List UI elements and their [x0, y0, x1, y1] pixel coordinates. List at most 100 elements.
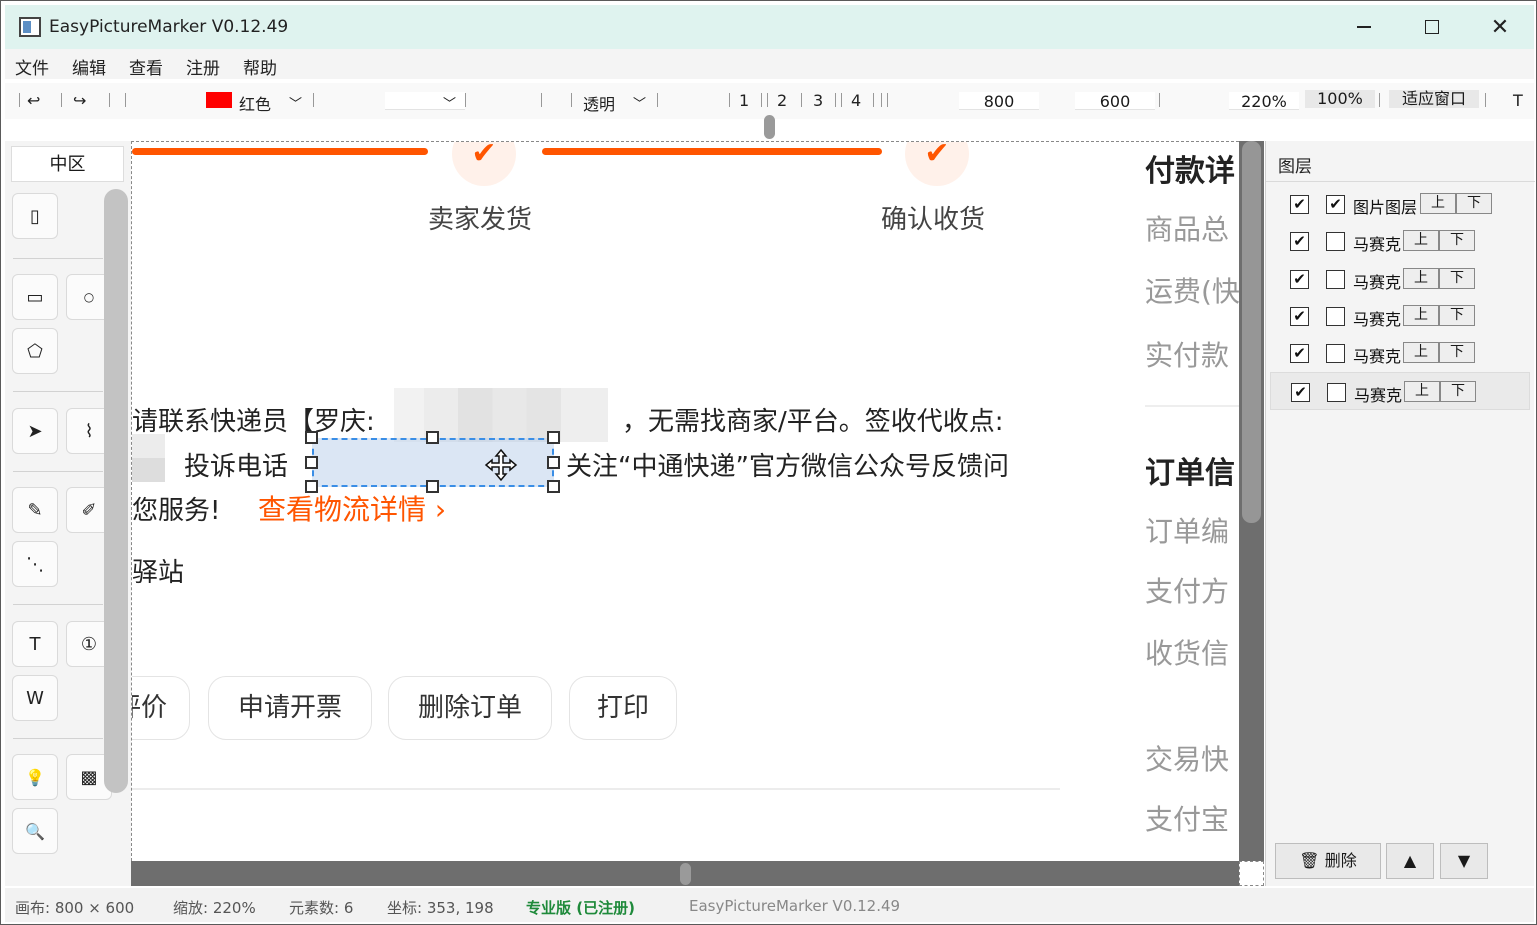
resize-handle[interactable] — [305, 431, 318, 444]
resize-handle[interactable] — [305, 480, 318, 493]
select-checkbox[interactable] — [1326, 344, 1345, 363]
print-button[interactable]: 打印 — [569, 676, 677, 740]
select-checkbox[interactable] — [1327, 383, 1346, 402]
visibility-checkbox[interactable]: ✔ — [1290, 307, 1309, 326]
zoom-100-button[interactable]: 100% — [1305, 90, 1375, 108]
layer-down-button[interactable]: 下 — [1439, 342, 1475, 363]
line-style-2[interactable]: 2 — [777, 91, 787, 110]
rectangle-icon[interactable]: ▭ — [12, 274, 58, 320]
text-tool-button[interactable]: T — [1513, 91, 1523, 110]
undo-icon[interactable]: ↩ — [27, 91, 40, 110]
maximize-button[interactable] — [1408, 11, 1456, 43]
tab-zone[interactable]: 中区 — [11, 146, 124, 182]
tool-panel-scrollbar[interactable] — [104, 189, 128, 793]
resize-handle[interactable] — [426, 431, 439, 444]
layer-row[interactable]: ✔ 马赛克 上 下 — [1270, 334, 1530, 372]
tool-glyph: ① — [80, 633, 98, 655]
layer-row[interactable]: ✔ 马赛克 上 下 — [1270, 372, 1530, 410]
select-checkbox[interactable] — [1326, 232, 1345, 251]
menu-edit[interactable]: 编辑 — [72, 54, 106, 79]
resize-handle[interactable] — [547, 456, 560, 469]
layer-up-button[interactable]: 上 — [1403, 305, 1439, 326]
toolbar-separator — [887, 93, 888, 107]
detail-item: 实付款 — [1145, 339, 1230, 372]
layer-row[interactable]: ✔ ✔ 图片图层 上 下 — [1270, 185, 1530, 223]
visibility-checkbox[interactable]: ✔ — [1290, 344, 1309, 363]
zoom-input[interactable]: 220% — [1229, 92, 1299, 111]
chevron-down-icon[interactable]: ﹀ — [289, 93, 302, 112]
redo-icon[interactable]: ↪ — [73, 91, 86, 110]
select-checkbox[interactable]: ✔ — [1326, 195, 1345, 214]
move-down-button[interactable]: ▼ — [1440, 843, 1488, 879]
resize-handle[interactable] — [547, 480, 560, 493]
layer-row[interactable]: ✔ 马赛克 上 下 — [1270, 297, 1530, 335]
canvas-vertical-scrollbar[interactable] — [1239, 141, 1264, 861]
arrow-icon[interactable]: ➤ — [12, 408, 58, 454]
title-bar[interactable]: EasyPictureMarker V0.12.49 ✕ — [5, 5, 1534, 49]
invoice-button[interactable]: 申请开票 — [208, 676, 372, 740]
logistics-link[interactable]: 查看物流详情 › — [258, 488, 446, 528]
top-scroll-handle[interactable] — [764, 115, 775, 139]
detail-item: 订单编 — [1145, 515, 1230, 548]
layer-down-button[interactable]: 下 — [1440, 381, 1476, 402]
close-button[interactable]: ✕ — [1476, 11, 1524, 43]
select-checkbox[interactable] — [1326, 307, 1345, 326]
layer-up-button[interactable]: 上 — [1404, 381, 1440, 402]
layer-row[interactable]: ✔ 马赛克 上 下 — [1270, 260, 1530, 298]
color-swatch[interactable] — [206, 92, 232, 108]
fill-select[interactable]: 透明 — [583, 91, 615, 115]
zoom-icon[interactable]: 🔍 — [12, 808, 58, 854]
menu-help[interactable]: 帮助 — [243, 54, 277, 79]
text-icon[interactable]: T — [12, 621, 58, 667]
mouse-pointer-icon[interactable]: ▯ — [12, 193, 58, 239]
menu-file[interactable]: 文件 — [15, 54, 49, 79]
detail-item: 商品总 — [1145, 213, 1230, 246]
minimize-button[interactable] — [1340, 11, 1388, 43]
layer-up-button[interactable]: 上 — [1403, 268, 1439, 289]
pentagon-icon[interactable]: ⬠ — [12, 328, 58, 374]
watermark-icon[interactable]: W — [12, 675, 58, 721]
detail-item: 支付方 — [1145, 575, 1230, 608]
resize-handle[interactable] — [426, 480, 439, 493]
bulb-icon[interactable]: 💡 — [12, 754, 58, 800]
visibility-checkbox[interactable]: ✔ — [1290, 232, 1309, 251]
layer-row[interactable]: ✔ 马赛克 上 下 — [1270, 222, 1530, 260]
line-style-1[interactable]: 1 — [739, 91, 749, 110]
delete-layer-button[interactable]: 🗑 删除 — [1275, 843, 1381, 879]
layer-down-button[interactable]: 下 — [1439, 230, 1475, 251]
menu-view[interactable]: 查看 — [129, 54, 163, 79]
scrollbar-thumb[interactable] — [1242, 141, 1261, 523]
layer-down-button[interactable]: 下 — [1456, 193, 1492, 214]
tool-glyph: ▩ — [80, 766, 98, 788]
layer-up-button[interactable]: 上 — [1403, 230, 1439, 251]
chevron-down-icon[interactable]: ﹀ — [443, 93, 456, 112]
menu-register[interactable]: 注册 — [186, 54, 220, 79]
drawing-canvas[interactable]: ✔ ✔ 卖家发货 确认收货 请联系快递员【罗庆: ，无需找商家/平台。签收代收点… — [131, 141, 1239, 861]
canvas-horizontal-scrollbar[interactable] — [131, 861, 1239, 886]
canvas-height-input[interactable]: 600 — [1075, 92, 1155, 111]
select-checkbox[interactable] — [1326, 270, 1345, 289]
layer-up-button[interactable]: 上 — [1420, 193, 1456, 214]
status-canvas-size: 画布: 800 × 600 — [15, 899, 135, 917]
layer-up-button[interactable]: 上 — [1403, 342, 1439, 363]
resize-handle[interactable] — [305, 456, 318, 469]
color-select[interactable]: 红色 — [239, 91, 271, 115]
review-button[interactable]: 评价 — [132, 676, 190, 740]
line-style-3[interactable]: 3 — [813, 91, 823, 110]
fit-window-button[interactable]: 适应窗口 — [1389, 90, 1479, 108]
visibility-checkbox[interactable]: ✔ — [1290, 195, 1309, 214]
status-element-count: 元素数: 6 — [289, 899, 354, 917]
resize-handle[interactable] — [547, 431, 560, 444]
canvas-width-input[interactable]: 800 — [959, 92, 1039, 111]
scrollbar-thumb[interactable] — [680, 863, 691, 885]
delete-order-button[interactable]: 删除订单 — [388, 676, 552, 740]
line-style-4[interactable]: 4 — [851, 91, 861, 110]
chevron-down-icon[interactable]: ﹀ — [633, 93, 646, 112]
layer-down-button[interactable]: 下 — [1439, 268, 1475, 289]
move-up-button[interactable]: ▲ — [1386, 843, 1434, 879]
pencil-icon[interactable]: ✎ — [12, 487, 58, 533]
layer-down-button[interactable]: 下 — [1439, 305, 1475, 326]
visibility-checkbox[interactable]: ✔ — [1291, 383, 1310, 402]
dots-icon[interactable]: ⋱ — [12, 541, 58, 587]
visibility-checkbox[interactable]: ✔ — [1290, 270, 1309, 289]
